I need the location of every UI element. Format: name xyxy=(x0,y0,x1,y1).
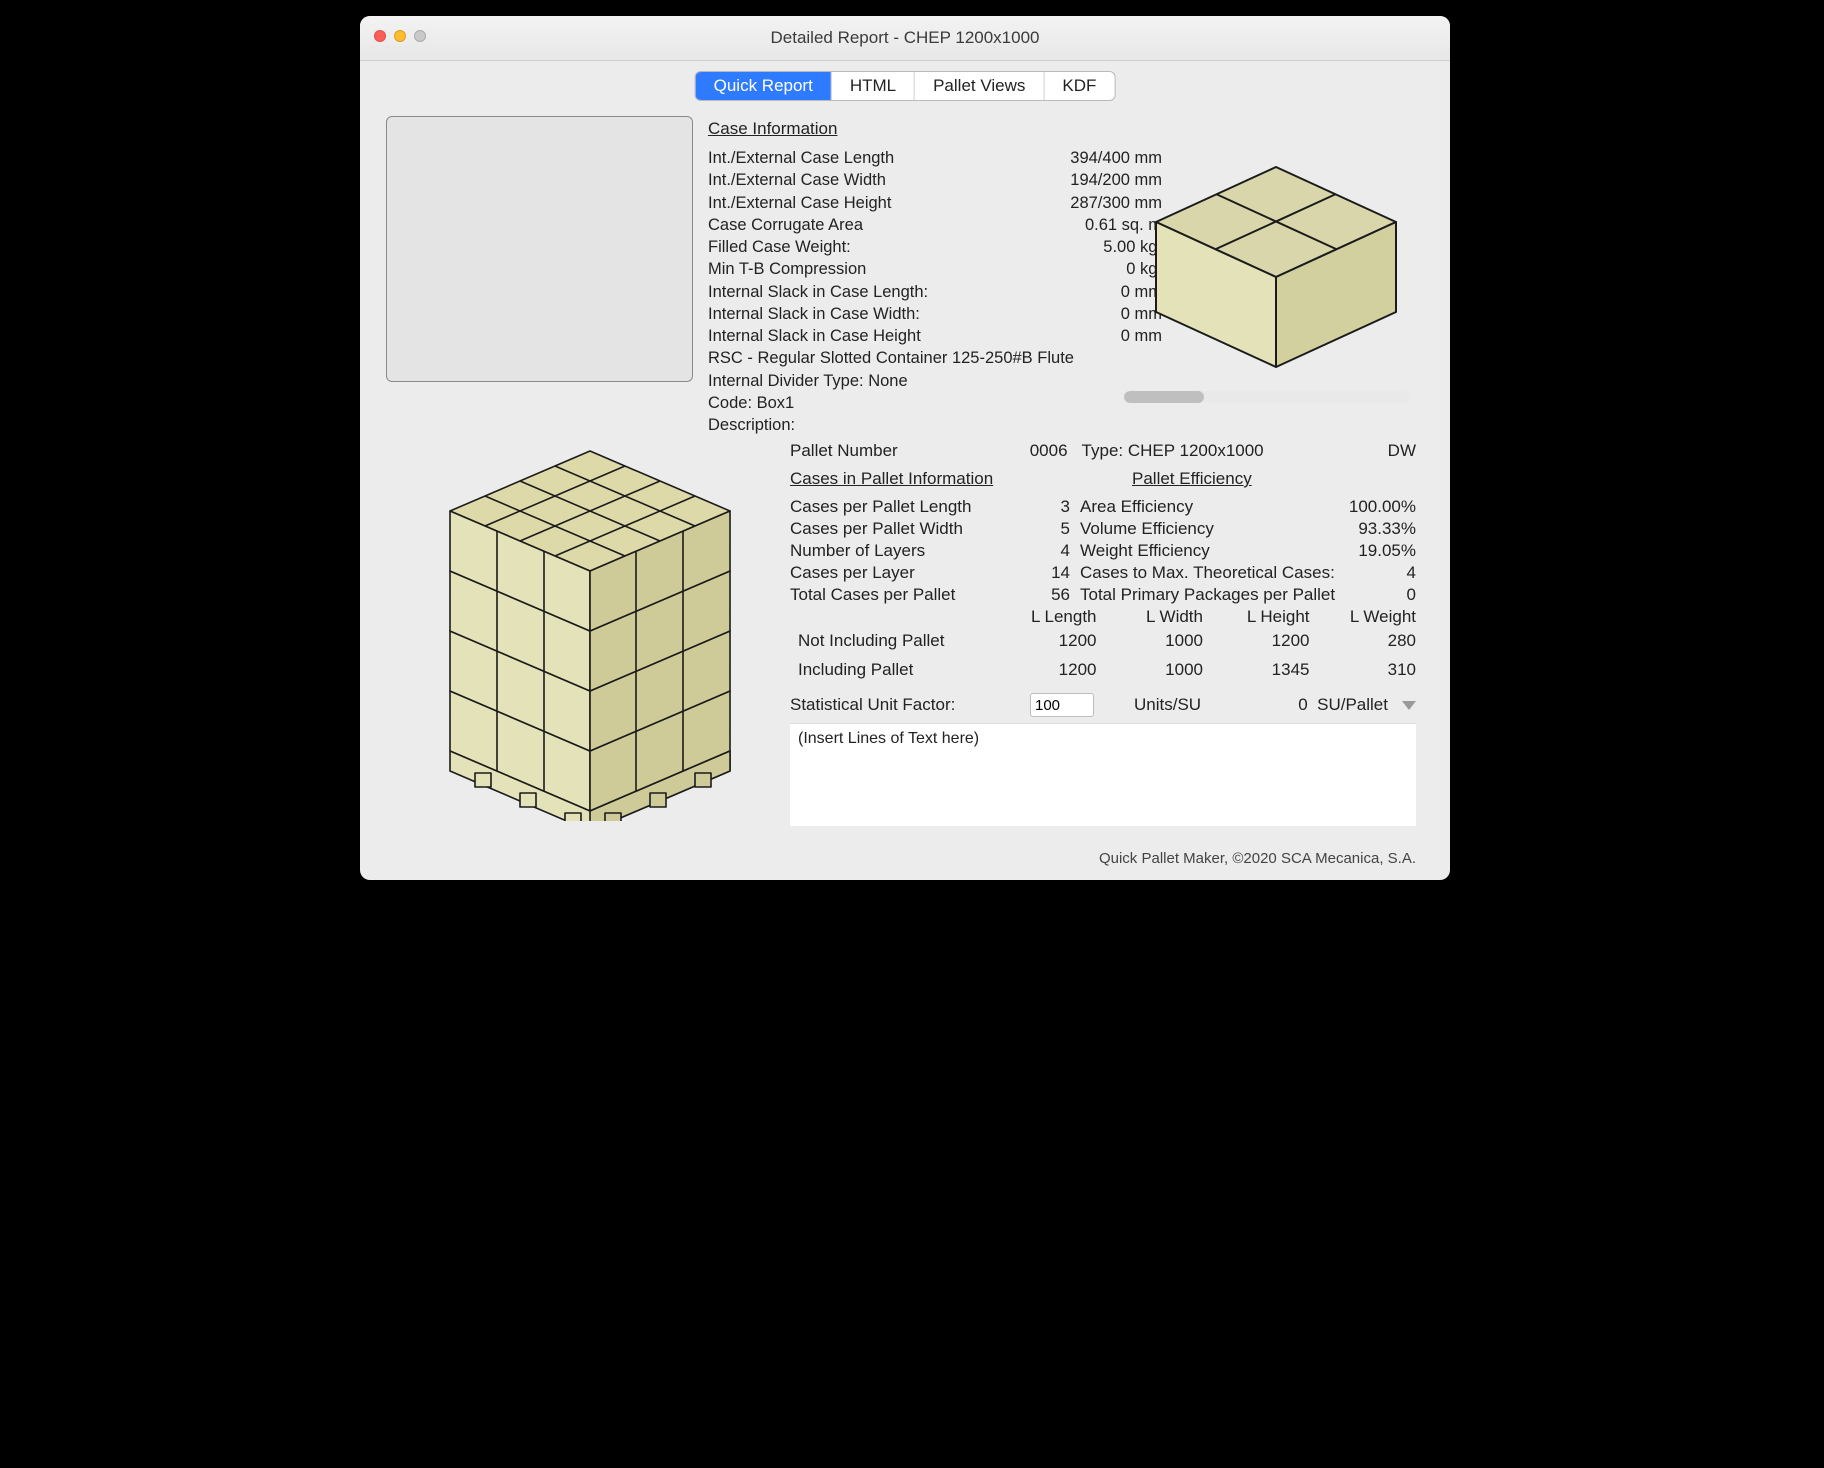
dim-header: L Length xyxy=(990,607,1097,627)
pallet-metric-value: 3 xyxy=(1010,497,1070,517)
dim-cell: 310 xyxy=(1310,656,1417,685)
dim-header: L Width xyxy=(1097,607,1204,627)
efficiency-heading: Pallet Efficiency xyxy=(1132,469,1252,489)
case-info-heading: Case Information xyxy=(708,119,1162,139)
pallet-isometric-drawing xyxy=(420,421,760,821)
dim-cell: 1200 xyxy=(1203,627,1310,656)
dim-cell: 1200 xyxy=(990,627,1097,656)
suf-label: Statistical Unit Factor: xyxy=(790,695,1030,715)
dim-row-label: Including Pallet xyxy=(790,656,990,685)
pallet-metric-label: Number of Layers xyxy=(790,541,1010,561)
thumbnail-placeholder xyxy=(386,116,693,382)
pallet-metric-label: Cases per Pallet Width xyxy=(790,519,1010,539)
eff-metric-value: 100.00% xyxy=(1338,497,1416,517)
window-title: Detailed Report - CHEP 1200x1000 xyxy=(360,28,1450,48)
tab-kdf[interactable]: KDF xyxy=(1044,72,1114,100)
dropdown-icon[interactable] xyxy=(1402,701,1416,710)
suf-units: Units/SU xyxy=(1134,695,1201,715)
pallet-type: Type: CHEP 1200x1000 xyxy=(1082,441,1264,461)
su-value: 0 xyxy=(1298,695,1307,714)
eff-metric-label: Area Efficiency xyxy=(1080,497,1338,517)
dim-header: L Height xyxy=(1203,607,1310,627)
eff-metric-label: Weight Efficiency xyxy=(1080,541,1338,561)
eff-metric-value: 19.05% xyxy=(1338,541,1416,561)
pallet-metric-value: 4 xyxy=(1010,541,1070,561)
su-label: SU/Pallet xyxy=(1317,695,1388,714)
dim-header: L Weight xyxy=(1310,607,1417,627)
cases-heading: Cases in Pallet Information xyxy=(790,469,1132,489)
dim-cell: 1345 xyxy=(1203,656,1310,685)
pallet-number-label: Pallet Number xyxy=(790,441,898,461)
titlebar: Detailed Report - CHEP 1200x1000 xyxy=(360,16,1450,61)
dim-cell: 1200 xyxy=(990,656,1097,685)
progress-bar xyxy=(1124,391,1410,403)
pallet-dw: DW xyxy=(1388,441,1416,461)
report-tabs: Quick Report HTML Pallet Views KDF xyxy=(695,71,1116,101)
case-row-label: Internal Slack in Case Length: xyxy=(708,281,928,303)
case-row-label: Min T-B Compression xyxy=(708,258,866,280)
case-information: Case Information Int./External Case Leng… xyxy=(708,119,1162,436)
case-row-label: Int./External Case Width xyxy=(708,169,886,191)
eff-metric-value: 93.33% xyxy=(1338,519,1416,539)
minimize-icon[interactable] xyxy=(394,30,406,42)
dim-row-label: Not Including Pallet xyxy=(790,627,990,656)
zoom-icon[interactable] xyxy=(414,30,426,42)
tab-quick-report[interactable]: Quick Report xyxy=(696,72,832,100)
case-extra: RSC - Regular Slotted Container 125-250#… xyxy=(708,347,1162,369)
pallet-metric-label: Cases per Layer xyxy=(790,563,1010,583)
case-row-label: Int./External Case Height xyxy=(708,192,891,214)
close-icon[interactable] xyxy=(374,30,386,42)
suf-input[interactable] xyxy=(1030,693,1094,717)
dimension-table: L Length L Width L Height L Weight Not I… xyxy=(790,607,1416,685)
eff-metric-label: Total Primary Packages per Pallet xyxy=(1080,585,1338,605)
eff-metric-value: 4 xyxy=(1338,563,1416,583)
pallet-number-value: 0006 xyxy=(1030,441,1068,461)
eff-metric-label: Cases to Max. Theoretical Cases: xyxy=(1080,563,1338,583)
eff-metric-label: Volume Efficiency xyxy=(1080,519,1338,539)
dim-cell: 1000 xyxy=(1097,656,1204,685)
case-extra: Description: xyxy=(708,414,1162,436)
dim-cell: 1000 xyxy=(1097,627,1204,656)
case-extra: Internal Divider Type: None xyxy=(708,370,1162,392)
footer-text: Quick Pallet Maker, ©2020 SCA Mecanica, … xyxy=(1099,850,1416,867)
tab-html[interactable]: HTML xyxy=(832,72,915,100)
eff-metric-value: 0 xyxy=(1338,585,1416,605)
case-isometric-drawing xyxy=(1136,137,1416,377)
report-window: Detailed Report - CHEP 1200x1000 Quick R… xyxy=(360,16,1450,880)
tab-pallet-views[interactable]: Pallet Views xyxy=(915,72,1044,100)
case-row-label: Filled Case Weight: xyxy=(708,236,851,258)
case-extra: Code: Box1 xyxy=(708,392,1162,414)
case-row-label: Int./External Case Length xyxy=(708,147,894,169)
pallet-metric-value: 14 xyxy=(1010,563,1070,583)
pallet-metric-label: Total Cases per Pallet xyxy=(790,585,1010,605)
case-row-label: Case Corrugate Area xyxy=(708,214,863,236)
case-row-label: Internal Slack in Case Height xyxy=(708,325,921,347)
case-row-label: Internal Slack in Case Width: xyxy=(708,303,920,325)
notes-area[interactable]: (Insert Lines of Text here) xyxy=(790,723,1416,826)
pallet-metric-value: 5 xyxy=(1010,519,1070,539)
pallet-metric-label: Cases per Pallet Length xyxy=(790,497,1010,517)
pallet-metric-value: 56 xyxy=(1010,585,1070,605)
dim-cell: 280 xyxy=(1310,627,1417,656)
